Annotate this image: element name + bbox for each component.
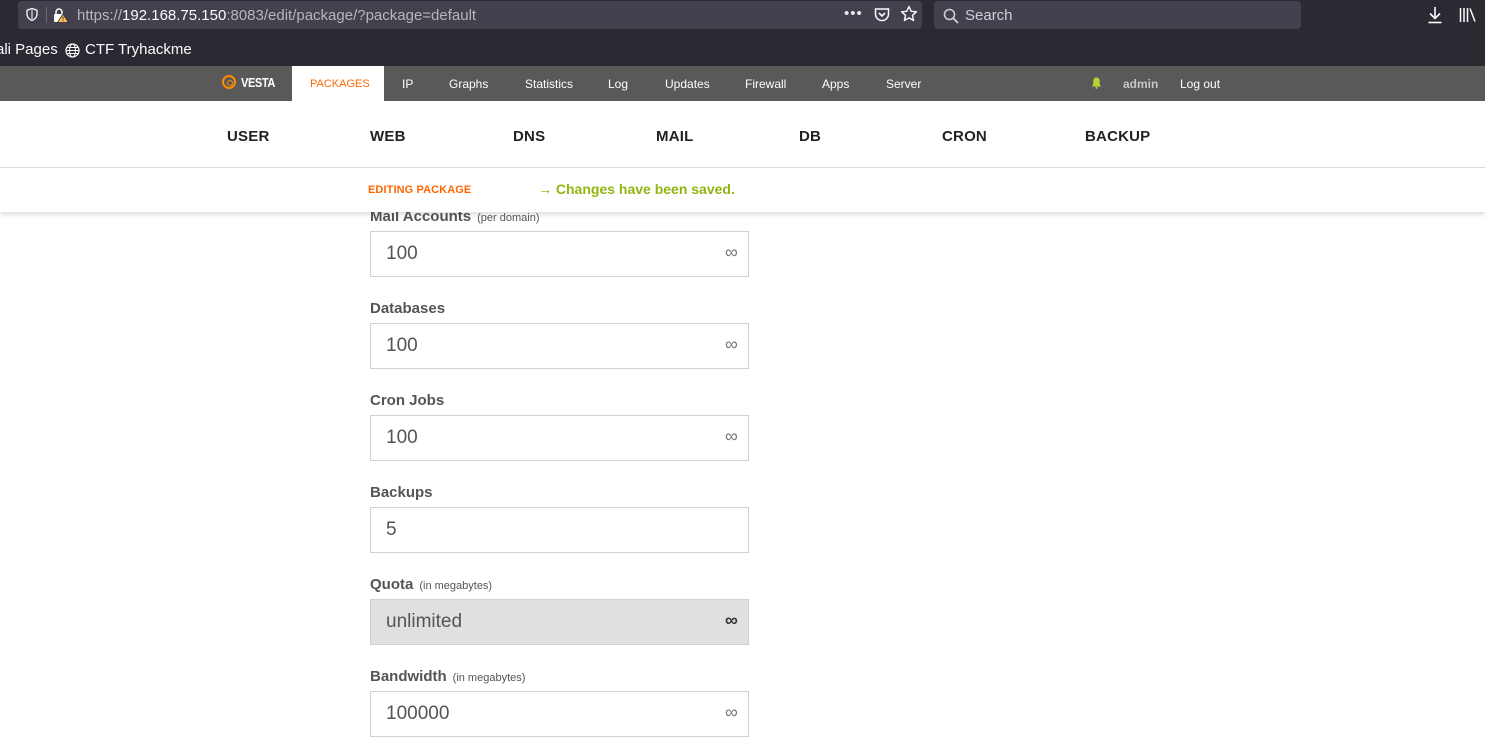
nav-firewall[interactable]: Firewall <box>745 77 786 91</box>
nav-ip[interactable]: IP <box>402 77 413 91</box>
bookmarks-toolbar: ali Pages CTF Tryhackme <box>0 32 1485 66</box>
vesta-logo-icon <box>222 75 236 89</box>
bookmark-kali-pages[interactable]: ali Pages <box>0 41 58 58</box>
top-navigation: VESTA PACKAGES IP Graphs Statistics Log … <box>0 66 1485 101</box>
mail-accounts-value: 100 <box>386 243 418 264</box>
vesta-logo-text: VESTA <box>241 75 275 90</box>
page-actions-menu-icon[interactable]: ••• <box>844 5 863 22</box>
search-placeholder: Search <box>965 7 1013 24</box>
shield-icon[interactable] <box>26 8 38 21</box>
bandwidth-input[interactable]: 100000 ∞ <box>370 691 749 737</box>
unlimited-toggle-icon[interactable]: ∞ <box>725 702 738 723</box>
bandwidth-value: 100000 <box>386 703 450 724</box>
bookmark-ctf-tryhackme[interactable]: CTF Tryhackme <box>85 41 192 58</box>
unlimited-toggle-icon[interactable]: ∞ <box>725 334 738 355</box>
backups-input[interactable]: 5 <box>370 507 749 553</box>
menu-db[interactable]: DB <box>799 128 821 145</box>
mail-accounts-hint: (per domain) <box>477 212 540 224</box>
databases-label: Databases <box>370 300 446 317</box>
databases-value: 100 <box>386 335 418 356</box>
nav-graphs[interactable]: Graphs <box>449 77 488 91</box>
insecure-lock-icon[interactable] <box>53 8 69 23</box>
nav-statistics[interactable]: Statistics <box>525 77 573 91</box>
menu-dns[interactable]: DNS <box>513 128 545 145</box>
url-text[interactable]: https://192.168.75.150:8083/edit/package… <box>77 7 476 24</box>
bookmark-star-icon[interactable] <box>900 5 918 23</box>
unlimited-toggle-icon[interactable]: ∞ <box>725 610 738 631</box>
menu-mail[interactable]: MAIL <box>656 128 693 145</box>
backups-label: Backups <box>370 484 433 501</box>
menu-user[interactable]: USER <box>227 128 269 145</box>
search-icon <box>943 8 959 24</box>
quota-hint: (in megabytes) <box>419 580 493 592</box>
quota-label: Quota (in megabytes) <box>370 576 493 593</box>
user-name[interactable]: admin <box>1123 77 1158 91</box>
cron-jobs-label: Cron Jobs <box>370 392 445 409</box>
unlimited-toggle-icon[interactable]: ∞ <box>725 426 738 447</box>
url-bar[interactable]: https://192.168.75.150:8083/edit/package… <box>18 1 922 29</box>
bandwidth-label: Bandwidth (in megabytes) <box>370 668 526 685</box>
library-icon[interactable] <box>1459 6 1477 24</box>
bandwidth-hint: (in megabytes) <box>452 672 526 684</box>
browser-toolbar: https://192.168.75.150:8083/edit/package… <box>0 0 1485 32</box>
menu-web[interactable]: WEB <box>370 128 406 145</box>
databases-input[interactable]: 100 ∞ <box>370 323 749 369</box>
nav-packages-label: PACKAGES <box>310 78 370 90</box>
urlbar-divider <box>46 7 47 23</box>
logout-link[interactable]: Log out <box>1180 77 1220 91</box>
mail-accounts-input[interactable]: 100 ∞ <box>370 231 749 277</box>
unlimited-toggle-icon[interactable]: ∞ <box>725 242 738 263</box>
nav-server[interactable]: Server <box>886 77 921 91</box>
edit-title: EDITING PACKAGE <box>368 184 472 196</box>
success-message: → Changes have been saved. <box>538 181 735 197</box>
cron-jobs-input[interactable]: 100 ∞ <box>370 415 749 461</box>
cron-jobs-value: 100 <box>386 427 418 448</box>
nav-updates[interactable]: Updates <box>665 77 710 91</box>
nav-log[interactable]: Log <box>608 77 628 91</box>
edit-bar: EDITING PACKAGE → Changes have been save… <box>0 168 1485 212</box>
menu-cron[interactable]: CRON <box>942 128 987 145</box>
backups-value: 5 <box>386 519 397 540</box>
bell-icon[interactable] <box>1091 77 1102 89</box>
section-menu: USER WEB DNS MAIL DB CRON BACKUP <box>0 101 1485 168</box>
pocket-icon[interactable] <box>874 7 890 23</box>
menu-backup[interactable]: BACKUP <box>1085 128 1150 145</box>
quota-input[interactable]: unlimited ∞ <box>370 599 749 645</box>
globe-icon <box>65 43 80 58</box>
nav-apps[interactable]: Apps <box>822 77 849 91</box>
search-bar[interactable]: Search <box>934 1 1301 29</box>
download-icon[interactable] <box>1427 6 1443 24</box>
nav-packages[interactable]: PACKAGES <box>292 66 384 101</box>
quota-value: unlimited <box>386 611 463 632</box>
